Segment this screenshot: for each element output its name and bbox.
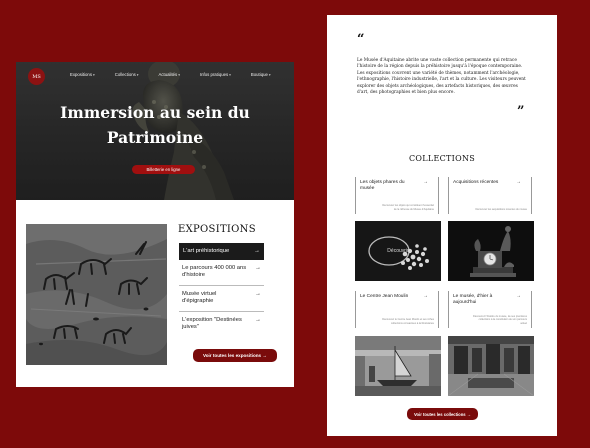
- card-description: Découvrez l'histoire du musée, de ses pr…: [473, 314, 527, 325]
- nav-item-boutique[interactable]: Boutique ▾: [251, 72, 271, 77]
- expo-item-epigraphie[interactable]: Musée virtuel d'épigraphie →: [179, 286, 264, 312]
- clock-image: [448, 221, 534, 281]
- card-description: Découvrez le Centre Jean Moulin et ses r…: [382, 318, 434, 325]
- collections-mockup: “ Le Musée d'Aquitaine abrite une vaste …: [327, 15, 557, 436]
- nav-label: Actualités: [158, 72, 178, 77]
- chevron-down-icon: ▾: [92, 72, 95, 77]
- chevron-down-icon: ▾: [268, 72, 271, 77]
- arrow-right-icon: →: [516, 293, 521, 299]
- hero-title-line2: Patrimoine: [106, 128, 204, 147]
- nav-item-actualites[interactable]: Actualités ▾: [159, 72, 180, 77]
- museum-logo[interactable]: MS: [28, 68, 45, 85]
- intro-quote: Le Musée d'Aquitaine abrite une vaste co…: [357, 58, 526, 96]
- logo-text: MS: [32, 73, 41, 80]
- expo-item-label: L'art préhistorique: [183, 248, 230, 254]
- expo-item-destinees-juives[interactable]: L'exposition "Destinées juives" →: [179, 312, 264, 340]
- necklace-photo[interactable]: Découvrir: [355, 221, 441, 281]
- chevron-down-icon: ▾: [229, 72, 231, 77]
- card-description: Découvrez les objets qui constituent l'e…: [382, 204, 434, 211]
- expo-item-art-prehistorique[interactable]: L'art préhistorique →: [179, 243, 264, 260]
- ticketing-button[interactable]: Billetterie en ligne: [132, 165, 195, 174]
- discover-label: Découvrir: [387, 248, 409, 254]
- arrow-right-icon: →: [254, 248, 260, 254]
- hero-title: Immersion au sein du Patrimoine: [16, 100, 294, 150]
- boat-hall-photo[interactable]: [355, 336, 441, 396]
- expositions-list: L'art préhistorique → Le parcours 400 00…: [179, 243, 264, 340]
- nav-item-expositions[interactable]: Expositions ▾: [70, 72, 95, 77]
- all-expositions-button[interactable]: Voir toutes les expositions →: [193, 349, 277, 362]
- quote-close-icon: ”: [517, 104, 525, 119]
- arrow-right-icon: →: [516, 179, 521, 185]
- collections-heading: COLLECTIONS: [408, 154, 476, 163]
- collection-card-jean-moulin[interactable]: Le Centre Jean Moulin → Découvrez le Cen…: [355, 291, 439, 328]
- expo-item-label: L'exposition "Destinées juives": [182, 317, 242, 330]
- arrow-right-icon: →: [255, 291, 261, 297]
- nav-label: Boutique: [250, 72, 268, 77]
- arrow-right-icon: →: [423, 179, 428, 185]
- card-title: Les objets phares du musée: [360, 180, 405, 191]
- nav-label: Expositions: [70, 72, 92, 77]
- quote-open-icon: “: [357, 32, 365, 47]
- card-title: Le Centre Jean Moulin: [360, 294, 409, 299]
- card-title: Le musée, d'hier à aujourd'hui: [453, 294, 493, 305]
- card-description: Découvrez les acquisitions récentes du m…: [475, 207, 527, 211]
- hero-title-line1: Immersion au sein du: [60, 103, 250, 122]
- collection-card-musee-histoire[interactable]: Le musée, d'hier à aujourd'hui → Découvr…: [448, 291, 532, 328]
- arrow-right-icon: →: [255, 317, 261, 323]
- expositions-heading: EXPOSITIONS: [178, 224, 256, 235]
- chevron-down-icon: ▾: [136, 72, 139, 77]
- nav-item-infos-pratiques[interactable]: Infos pratiques ▾: [200, 72, 231, 77]
- vintage-museum-photo[interactable]: [448, 336, 534, 396]
- collection-card-acquisitions[interactable]: Acquisitions récentes → Découvrez les ac…: [448, 177, 532, 214]
- clock-photo[interactable]: [448, 221, 534, 281]
- prehistoric-art-image: [26, 224, 167, 365]
- chevron-down-icon: ▾: [178, 72, 180, 77]
- boat-hall-image: [355, 336, 441, 396]
- expo-item-label: Le parcours 400 000 ans d'histoire: [182, 265, 247, 278]
- main-nav: Expositions ▾ Collections ▾ Actualités ▾ In…: [70, 72, 291, 77]
- expo-item-label: Musée virtuel d'épigraphie: [182, 291, 217, 304]
- arrow-right-icon: →: [255, 265, 261, 271]
- hero-banner: MS Expositions ▾ Collections ▾ Actualités ▾…: [16, 62, 294, 200]
- nav-label: Infos pratiques: [199, 72, 229, 77]
- collection-card-objets-phares[interactable]: Les objets phares du musée → Découvrez l…: [355, 177, 439, 214]
- expo-item-parcours[interactable]: Le parcours 400 000 ans d'histoire →: [179, 260, 264, 286]
- nav-item-collections[interactable]: Collections ▾: [115, 72, 139, 77]
- nav-label: Collections: [114, 72, 136, 77]
- card-title: Acquisitions récentes: [453, 180, 499, 185]
- homepage-mockup: MS Expositions ▾ Collections ▾ Actualités ▾…: [16, 62, 294, 387]
- all-collections-button[interactable]: Voir toutes les collections →: [407, 408, 478, 420]
- vintage-museum-image: [448, 336, 534, 396]
- arrow-right-icon: →: [423, 293, 428, 299]
